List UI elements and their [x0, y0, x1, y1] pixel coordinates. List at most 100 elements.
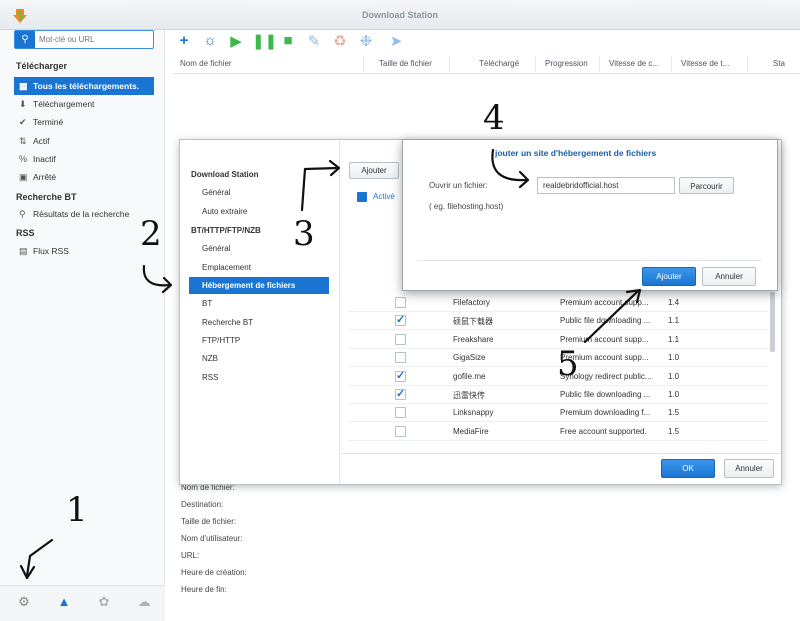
enable-checkbox[interactable] [395, 407, 406, 419]
annotation-number-2: 2 [140, 214, 162, 254]
host-description: Public file downloading ... [560, 390, 651, 399]
col-size[interactable]: Taille de fichier [379, 59, 432, 68]
nav-location[interactable]: Emplacement [202, 263, 251, 272]
sidebar-item-all-downloads[interactable]: ▦ Tous les téléchargements. [14, 77, 154, 95]
open-file-label: Ouvrir un fichier: [429, 181, 488, 190]
col-download-speed[interactable]: Vitesse de c... [609, 59, 659, 68]
search-icon[interactable]: ⚲ [15, 31, 35, 48]
nav-rss[interactable]: RSS [202, 373, 218, 382]
sidebar-item-active[interactable]: ⇅ Actif [14, 132, 154, 150]
sidebar-item-downloading[interactable]: ⬇ Téléchargement [14, 95, 154, 113]
col-separator [449, 57, 450, 71]
table-row[interactable] [348, 312, 768, 331]
sidebar-item-completed[interactable]: ✔ Terminé [14, 113, 154, 131]
col-progress[interactable]: Progression [545, 59, 588, 68]
percent-icon: % [19, 154, 28, 164]
enable-checkbox[interactable] [395, 297, 406, 308]
nav-nzb[interactable]: NZB [202, 354, 218, 363]
enable-checkbox[interactable] [395, 387, 406, 400]
share-icon[interactable]: ➤ [386, 32, 406, 50]
bt-search-icon[interactable]: ☁ [124, 594, 164, 616]
window-title: Download Station [362, 10, 438, 20]
search-box[interactable]: ⚲ [14, 30, 154, 49]
sidebar-item-rss-feeds[interactable]: ▤ Flux RSS [14, 242, 154, 260]
annotation-number-5: 5 [557, 344, 579, 384]
settings-gear-icon[interactable]: ⚙ [4, 594, 44, 616]
dialog-title: jouter un site d'hébergement de fichiers [495, 148, 657, 158]
ok-button[interactable]: OK [661, 459, 715, 478]
add-url-globe-icon[interactable]: ☼ [200, 32, 220, 49]
host-name: 硕鼠下载器 [453, 317, 493, 327]
host-description: Free account supported. [560, 426, 647, 436]
nav-bt[interactable]: BT [202, 299, 212, 308]
select-all-checkbox[interactable] [357, 192, 367, 202]
edit-pencil-icon[interactable]: ✎ [304, 32, 324, 50]
enable-checkbox[interactable] [395, 333, 406, 345]
add-task-icon[interactable]: + [174, 32, 194, 49]
add-file-host-dialog: jouter un site d'hébergement de fichiers… [402, 139, 778, 291]
col-separator [671, 57, 672, 71]
nav-file-hosting[interactable]: Hébergement de fichiers [189, 277, 329, 294]
delete-trash-icon[interactable]: ♻ [330, 32, 350, 50]
host-name: Freakshare [453, 334, 494, 344]
host-version: 1.5 [668, 426, 680, 436]
emule-icon[interactable]: ✿ [84, 594, 124, 616]
host-name: MediaFire [453, 426, 489, 436]
task-list-header: Nom de fichier Taille de fichier Télécha… [173, 54, 800, 74]
sidebar-item-search-results[interactable]: ⚲ Résultats de la recherche [14, 205, 154, 223]
settings-footer: OK Annuler [341, 453, 781, 484]
nav-protocol-general[interactable]: Général [202, 244, 230, 253]
host-version: 1.0 [668, 390, 680, 399]
col-separator [363, 57, 364, 71]
browse-button[interactable]: Parcourir [679, 177, 734, 194]
enable-checkbox[interactable] [395, 313, 406, 327]
annotation-number-1: 1 [66, 490, 88, 530]
table-row[interactable] [348, 386, 768, 404]
sidebar-item-inactive[interactable]: % Inactif [14, 150, 154, 168]
host-name: gofile.me [453, 371, 486, 381]
detail-url: URL: [181, 551, 200, 560]
sidebar-item-stopped[interactable]: ▣ Arrêté [14, 168, 154, 186]
bottom-bar: ⚙ ▲ ✿ ☁ [0, 585, 165, 621]
dialog-cancel-button[interactable]: Annuler [702, 267, 756, 286]
enable-checkbox[interactable] [395, 352, 406, 364]
nav-ftp-http[interactable]: FTP/HTTP [202, 336, 240, 345]
col-downloaded[interactable]: Téléchargé [479, 59, 519, 68]
col-separator [599, 57, 600, 71]
col-filename[interactable]: Nom de fichier [180, 59, 232, 68]
enable-checkbox[interactable] [395, 425, 406, 437]
host-name: GigaSize [453, 353, 486, 363]
host-description: Premium account supp... [560, 298, 649, 307]
search-input[interactable] [39, 33, 151, 46]
download-tasks-icon[interactable]: ▲ [44, 594, 84, 616]
col-separator [747, 57, 748, 71]
nav-auto-extract[interactable]: Auto extraire [202, 207, 247, 216]
section-download-heading: Télécharger [16, 61, 68, 71]
active-arrows-icon: ⇅ [19, 136, 27, 146]
host-name: 迅雷快传 [453, 391, 485, 400]
table-row[interactable] [348, 294, 768, 312]
stop-icon[interactable]: ■ [278, 32, 298, 49]
rss-icon: ▤ [19, 246, 28, 256]
pause-icon[interactable]: ❚❚ [252, 32, 277, 50]
table-row[interactable] [348, 404, 768, 423]
table-row[interactable] [348, 423, 768, 441]
detail-username: Nom d'utilisateur: [181, 534, 243, 543]
host-name: Filefactory [453, 298, 490, 307]
col-upload-speed[interactable]: Vitesse de t... [681, 59, 729, 68]
cancel-button[interactable]: Annuler [724, 459, 774, 478]
add-file-host-button[interactable]: Ajouter [349, 162, 399, 179]
detail-size: Taille de fichier: [181, 517, 237, 526]
host-name: Linksnappy [453, 408, 494, 418]
resume-icon[interactable]: ▶ [226, 32, 246, 50]
host-description: Premium account supp... [560, 334, 649, 344]
file-path-input[interactable]: realdebridofficial.host [537, 177, 675, 194]
clear-broom-icon[interactable]: ❉ [356, 32, 376, 50]
enable-checkbox[interactable] [395, 369, 406, 382]
col-active-header[interactable]: Activé [373, 192, 395, 201]
dialog-add-button[interactable]: Ajouter [642, 267, 696, 286]
nav-general[interactable]: Général [202, 188, 230, 197]
nav-bt-search[interactable]: Recherche BT [202, 318, 253, 327]
list-scrollbar[interactable] [770, 292, 775, 352]
col-status[interactable]: Sta [773, 59, 785, 68]
